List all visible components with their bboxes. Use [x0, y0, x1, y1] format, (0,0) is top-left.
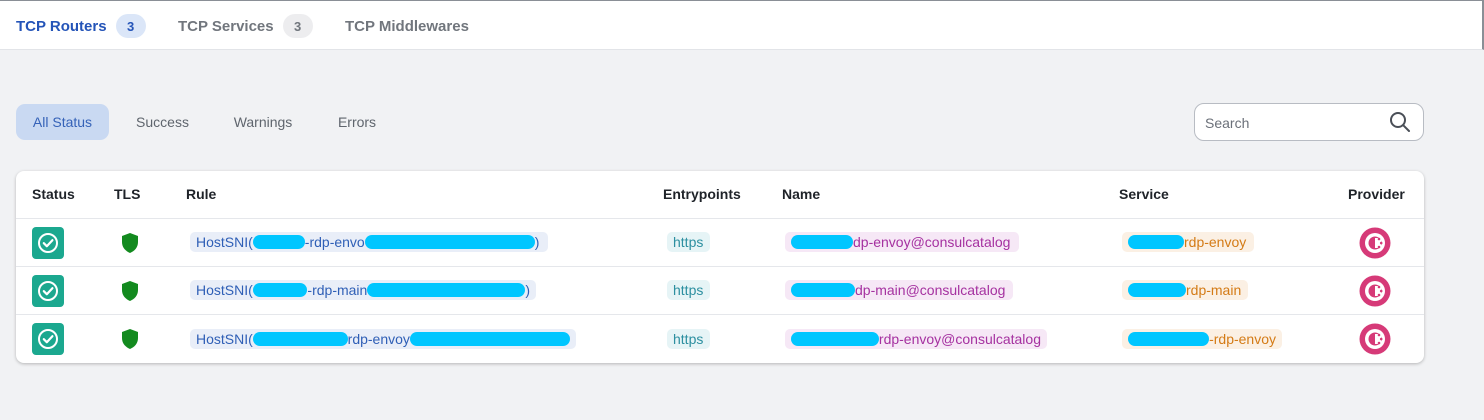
service-chip: -rdp-envoy [1122, 329, 1282, 349]
search-icon[interactable] [1389, 111, 1411, 133]
shield-icon [122, 281, 138, 301]
filter-warnings[interactable]: Warnings [219, 104, 307, 140]
shield-icon [122, 329, 138, 349]
filter-all-status[interactable]: All Status [16, 104, 109, 140]
top-tab-bar: TCP Routers 3 TCP Services 3 TCP Middlew… [0, 0, 1484, 50]
redaction-mark [791, 235, 853, 249]
filter-errors[interactable]: Errors [325, 104, 389, 140]
consul-icon [1359, 323, 1391, 355]
redaction-mark [364, 235, 535, 249]
name-text: rdp-envoy@consulcatalog [878, 331, 1041, 347]
name-text: dp-main@consulcatalog [855, 282, 1006, 298]
search-input[interactable] [1205, 112, 1385, 134]
name-chip: dp-envoy@consulcatalog [785, 232, 1019, 252]
rule-chip: HostSNI( -rdp-main) [190, 280, 536, 300]
row-divider [16, 266, 1424, 267]
header-rule[interactable]: Rule [186, 186, 216, 202]
row-divider [16, 218, 1424, 219]
tab-count-badge: 3 [282, 14, 313, 38]
row-divider [16, 314, 1424, 315]
rule-suffix: ) [534, 234, 540, 250]
redaction-mark [367, 283, 526, 297]
header-name[interactable]: Name [782, 186, 820, 202]
name-text: dp-envoy@consulcatalog [853, 234, 1011, 250]
redaction-mark [1128, 332, 1210, 346]
tab-label: TCP Routers [16, 17, 107, 35]
header-tls[interactable]: TLS [114, 186, 140, 202]
rule-chip: HostSNI( -rdp-envo) [190, 232, 548, 252]
header-entrypoints[interactable]: Entrypoints [663, 186, 741, 202]
header-service[interactable]: Service [1119, 186, 1169, 202]
status-success-icon [32, 275, 64, 307]
redaction-mark [791, 332, 879, 346]
consul-icon [1359, 275, 1391, 307]
tab-label: TCP Services [178, 17, 274, 35]
rule-text: rdp-envoy [347, 331, 410, 347]
redaction-mark [252, 235, 305, 249]
service-text: rdp-envoy [1184, 234, 1247, 250]
tab-label: TCP Middlewares [345, 17, 469, 35]
rule-text: -rdp-main [307, 282, 368, 298]
entrypoint-chip: https [667, 232, 710, 252]
filter-success[interactable]: Success [124, 104, 201, 140]
entrypoint-chip: https [667, 280, 710, 300]
rule-suffix: ) [525, 282, 530, 298]
name-chip: rdp-envoy@consulcatalog [785, 329, 1047, 349]
rule-prefix: HostSNI( [196, 282, 253, 298]
redaction-mark [1128, 283, 1186, 297]
rule-prefix: HostSNI( [196, 234, 253, 250]
status-success-icon [32, 227, 64, 259]
tab-count-badge: 3 [115, 14, 146, 38]
shield-icon [122, 233, 138, 253]
name-chip: dp-main@consulcatalog [785, 280, 1013, 300]
rule-text: -rdp-envo [304, 234, 365, 250]
header-status[interactable]: Status [32, 186, 75, 202]
redaction-mark [252, 283, 308, 297]
entrypoint-chip: https [667, 329, 710, 349]
redaction-mark [409, 332, 570, 346]
rule-chip: HostSNI( rdp-envoy [190, 329, 576, 349]
service-text: -rdp-envoy [1209, 331, 1276, 347]
redaction-mark [1128, 235, 1184, 249]
status-success-icon [32, 323, 64, 355]
rule-prefix: HostSNI( [196, 331, 253, 347]
consul-icon [1359, 227, 1391, 259]
service-text: rdp-main [1186, 282, 1242, 298]
service-chip: rdp-envoy [1122, 232, 1254, 252]
header-provider[interactable]: Provider [1348, 186, 1405, 202]
tab-tcp-services[interactable]: TCP Services 3 [178, 1, 313, 51]
tab-tcp-routers[interactable]: TCP Routers 3 [16, 1, 146, 51]
redaction-mark [791, 283, 855, 297]
redaction-mark [252, 332, 348, 346]
service-chip: rdp-main [1122, 280, 1248, 300]
tab-tcp-middlewares[interactable]: TCP Middlewares [345, 1, 469, 51]
